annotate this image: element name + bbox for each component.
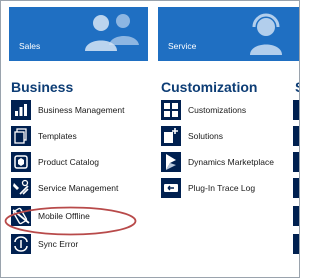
service-management-label: Service Management <box>38 183 119 193</box>
solutions-icon <box>161 126 181 146</box>
service-management-icon <box>11 178 31 198</box>
service-management-item[interactable]: Service Management <box>11 178 118 198</box>
customization-category-title: Customization <box>161 79 258 95</box>
business-category-title: Business <box>11 79 74 95</box>
settings-menu: Sales Service Business Customization S B… <box>0 0 300 278</box>
product-catalog-item[interactable]: Product Catalog <box>11 152 99 172</box>
sync-error-item[interactable]: Sync Error <box>11 234 78 254</box>
plug-in-trace-log-label: Plug-In Trace Log <box>188 183 256 193</box>
highlight-ellipse <box>4 206 137 236</box>
sales-tile[interactable]: Sales <box>9 7 148 61</box>
third-column-icon-partial <box>293 206 299 226</box>
business-management-label: Business Management <box>38 105 125 115</box>
third-category-title-partial: S <box>295 79 299 95</box>
sales-tile-label: Sales <box>19 41 41 51</box>
third-column-icon-partial <box>293 178 299 198</box>
sales-people-icon <box>85 14 139 51</box>
dynamics-marketplace-item[interactable]: Dynamics Marketplace <box>161 152 274 172</box>
third-column-icon-partial <box>293 234 299 254</box>
business-management-item[interactable]: Business Management <box>11 100 124 120</box>
sync-error-icon <box>11 234 31 254</box>
third-column-icon-partial <box>293 152 299 172</box>
module-tiles: Sales Service <box>9 7 299 61</box>
plug-in-trace-log-item[interactable]: Plug-In Trace Log <box>161 178 255 198</box>
solutions-item[interactable]: Solutions <box>161 126 223 146</box>
headset-icon <box>250 13 282 55</box>
business-management-icon <box>11 100 31 120</box>
product-catalog-icon <box>11 152 31 172</box>
third-column-icon-partial <box>293 126 299 146</box>
sync-error-label: Sync Error <box>38 239 79 249</box>
templates-label: Templates <box>38 131 77 141</box>
dynamics-marketplace-label: Dynamics Marketplace <box>188 157 274 167</box>
templates-item[interactable]: Templates <box>11 126 77 146</box>
templates-icon <box>11 126 31 146</box>
customizations-label: Customizations <box>188 105 247 115</box>
customizations-item[interactable]: Customizations <box>161 100 246 120</box>
third-column-icon-partial <box>293 100 299 120</box>
puzzle-icon <box>161 100 181 120</box>
service-tile-label: Service <box>168 41 197 51</box>
plugin-trace-icon <box>161 178 181 198</box>
marketplace-icon <box>161 152 181 172</box>
product-catalog-label: Product Catalog <box>38 157 99 167</box>
solutions-label: Solutions <box>188 131 223 141</box>
service-tile[interactable]: Service <box>158 7 299 61</box>
